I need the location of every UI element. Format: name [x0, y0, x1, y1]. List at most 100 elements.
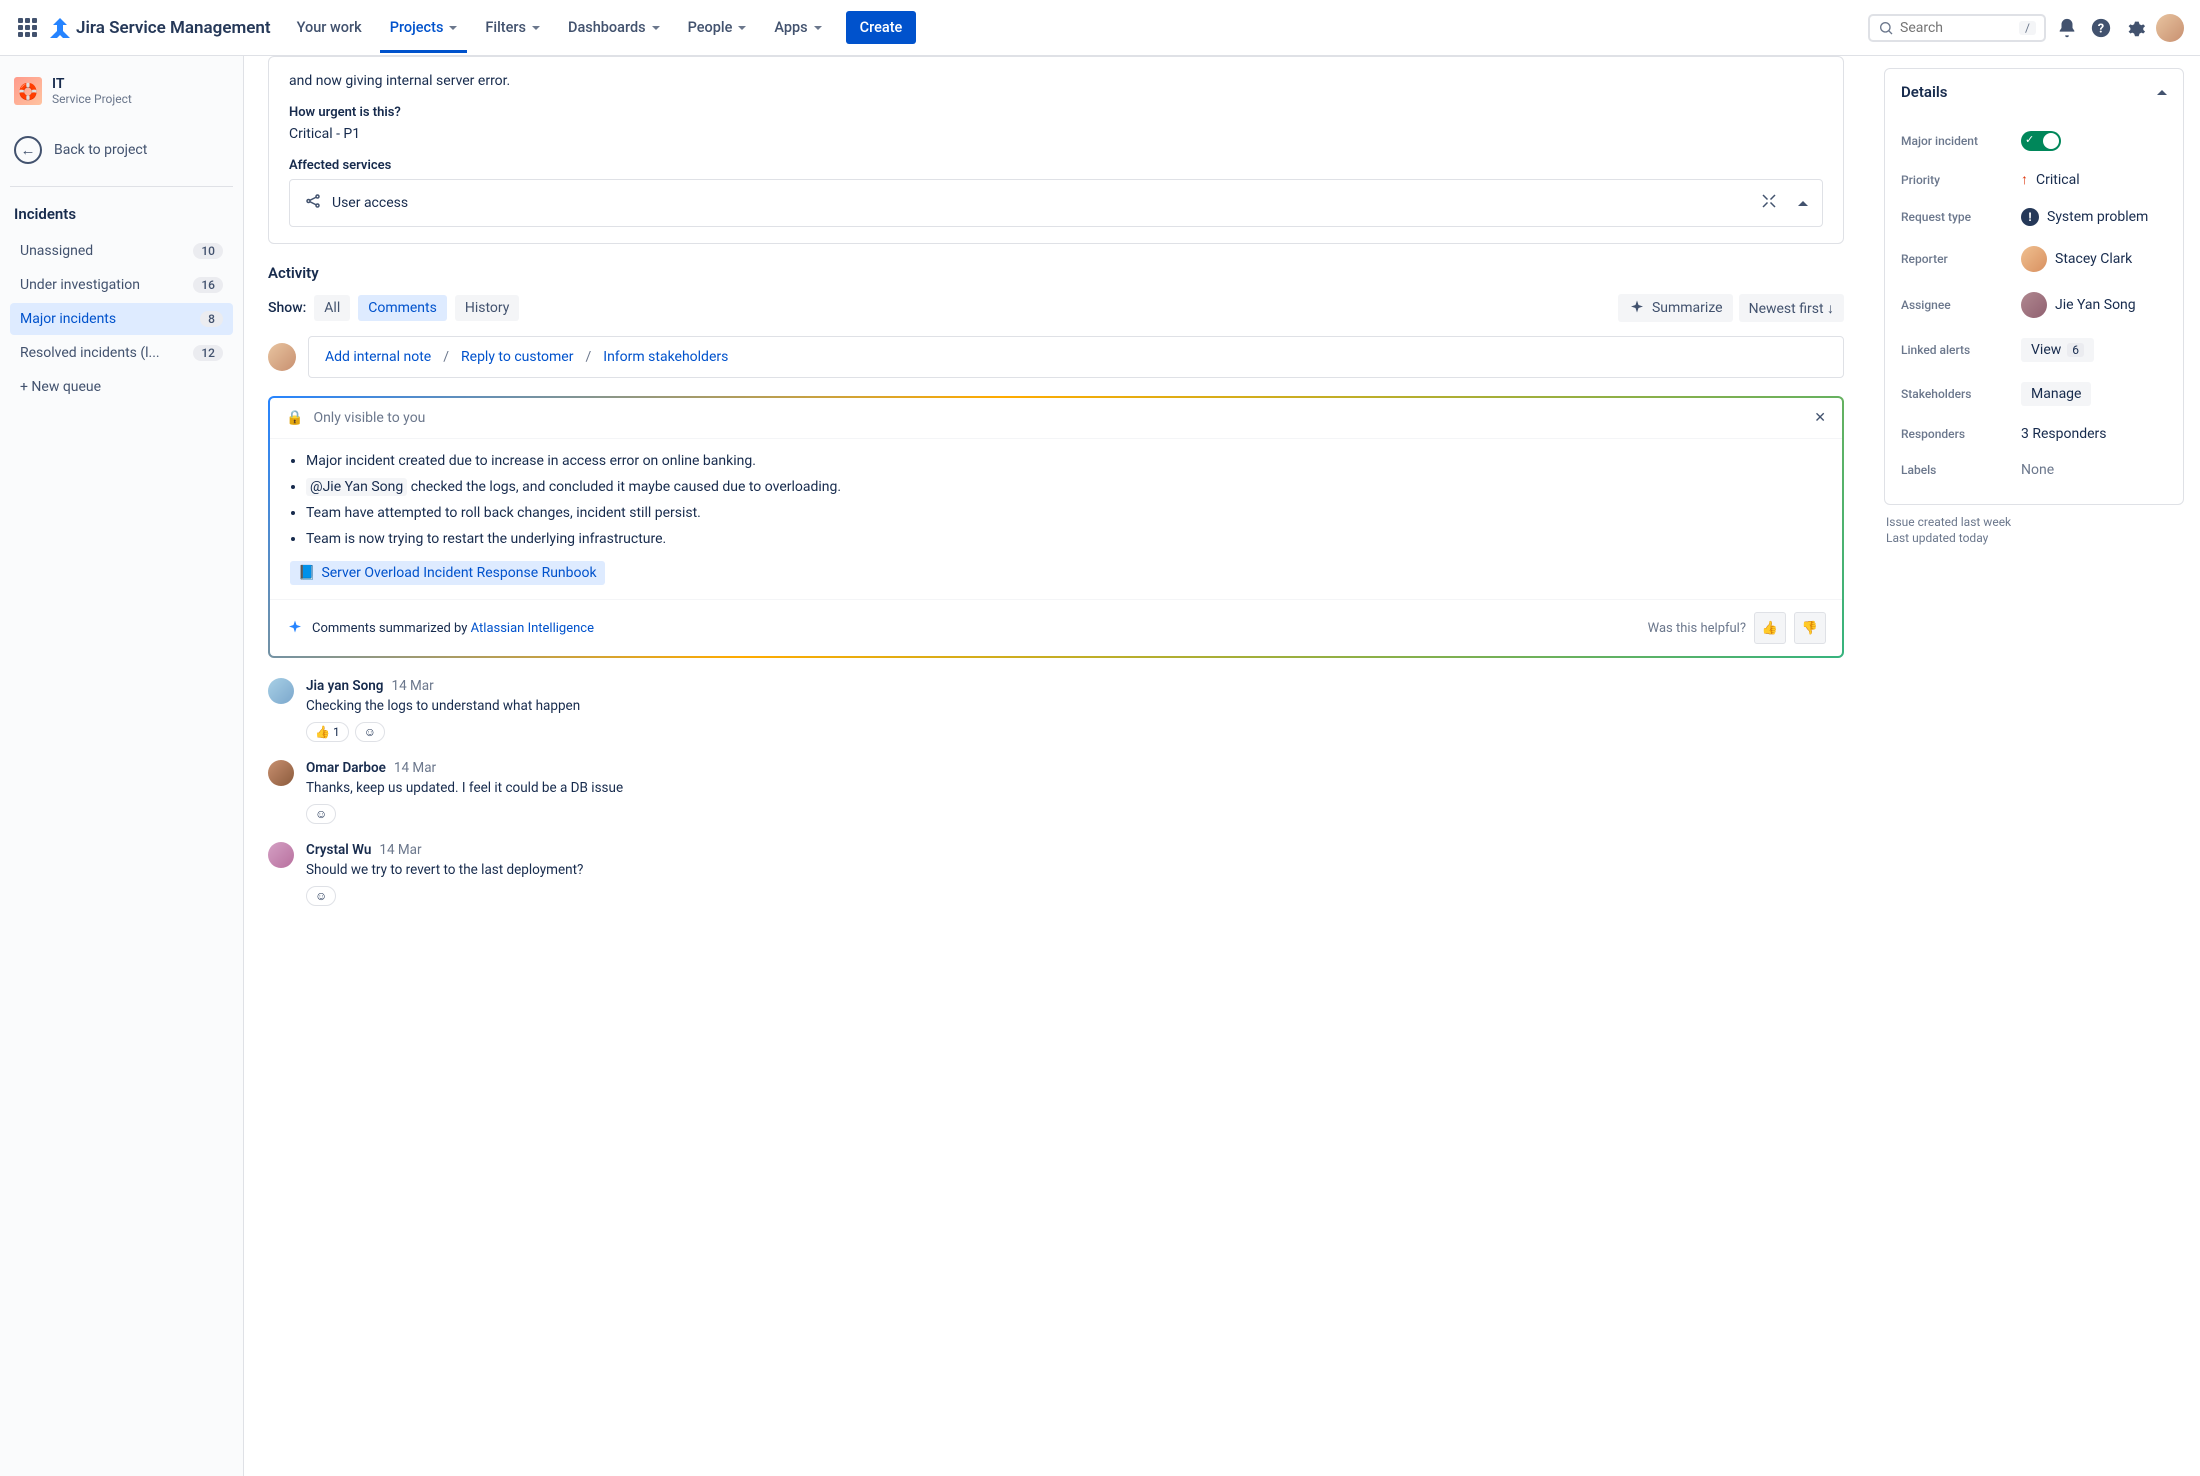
queue-under-investigation[interactable]: Under investigation16 [10, 269, 233, 301]
nav-dashboards[interactable]: Dashboards [558, 13, 670, 42]
comment-author: Omar Darboe [306, 760, 386, 776]
chevron-down-icon [449, 26, 457, 30]
summarize-button[interactable]: Summarize [1618, 294, 1733, 322]
comment-date: 14 Mar [394, 760, 436, 776]
view-alerts-button[interactable]: View6 [2021, 338, 2094, 362]
profile-avatar[interactable] [2156, 14, 2184, 42]
tab-all[interactable]: All [314, 295, 350, 321]
svg-text:?: ? [2098, 21, 2104, 36]
queue-resolved[interactable]: Resolved incidents (l...12 [10, 337, 233, 369]
brand-name: Jira Service Management [76, 18, 271, 38]
commenter-avatar [268, 760, 294, 786]
assignee-value[interactable]: Jie Yan Song [2055, 297, 2136, 313]
add-reaction-button[interactable]: ☺ [306, 886, 336, 906]
reply-to-customer[interactable]: Reply to customer [461, 349, 573, 365]
details-header[interactable]: Details [1885, 69, 2183, 115]
tab-history[interactable]: History [455, 295, 520, 321]
comment-date: 14 Mar [392, 678, 434, 694]
add-reaction-button[interactable]: ☺ [355, 722, 385, 742]
issue-updated: Last updated today [1886, 531, 2184, 545]
close-icon[interactable]: ✕ [1814, 410, 1826, 426]
create-button[interactable]: Create [846, 11, 917, 44]
app-switcher-icon[interactable] [16, 16, 40, 40]
search-icon [1878, 20, 1894, 36]
only-visible-label: Only visible to you [313, 410, 425, 426]
jira-icon [48, 16, 72, 40]
sidebar: 🛟 IT Service Project ← Back to project I… [0, 56, 244, 1476]
thumbs-down-button[interactable]: 👎 [1794, 612, 1826, 644]
sparkle-icon [1628, 299, 1646, 317]
description-text: and now giving internal server error. [289, 73, 1823, 89]
helpful-label: Was this helpful? [1648, 621, 1746, 636]
search-box[interactable]: / [1868, 14, 2046, 42]
queue-major-incidents[interactable]: Major incidents8 [10, 303, 233, 335]
manage-stakeholders-button[interactable]: Manage [2021, 382, 2091, 406]
search-input[interactable] [1900, 20, 2013, 36]
stakeholders-label: Stakeholders [1901, 387, 2021, 401]
runbook-link[interactable]: 📘 Server Overload Incident Response Runb… [290, 561, 605, 585]
chevron-down-icon [814, 26, 822, 30]
assignee-label: Assignee [1901, 298, 2021, 312]
inform-stakeholders[interactable]: Inform stakeholders [603, 349, 728, 365]
reply-box: Add internal note / Reply to customer / … [308, 336, 1844, 378]
ai-bullet: Major incident created due to increase i… [306, 453, 1822, 469]
new-queue-button[interactable]: + New queue [10, 371, 233, 403]
priority-value[interactable]: Critical [2036, 172, 2080, 188]
project-icon: 🛟 [14, 77, 42, 105]
comment-text: Thanks, keep us updated. I feel it could… [306, 780, 1844, 796]
nav-apps[interactable]: Apps [764, 13, 831, 42]
project-name: IT [52, 76, 132, 92]
summarized-by-label: Comments summarized by Atlassian Intelli… [312, 621, 594, 636]
notifications-icon[interactable] [2054, 15, 2080, 41]
nav-projects[interactable]: Projects [380, 13, 468, 53]
ai-summary-panel: 🔒 Only visible to you ✕ Major incident c… [268, 396, 1844, 658]
responders-label: Responders [1901, 427, 2021, 441]
urgency-value: Critical - P1 [289, 126, 1823, 142]
search-kbd: / [2019, 21, 2036, 35]
tab-comments[interactable]: Comments [358, 295, 447, 321]
labels-value[interactable]: None [2021, 462, 2054, 478]
thumbs-up-button[interactable]: 👍 [1754, 612, 1786, 644]
count-badge: 10 [193, 243, 223, 259]
priority-label: Priority [1901, 173, 2021, 187]
count-badge: 16 [193, 277, 223, 293]
service-name: User access [332, 195, 408, 211]
add-reaction-button[interactable]: ☺ [306, 804, 336, 824]
reporter-label: Reporter [1901, 252, 2021, 266]
responders-value[interactable]: 3 Responders [2021, 426, 2106, 442]
back-to-project[interactable]: ← Back to project [10, 126, 233, 174]
sort-button[interactable]: Newest first ↓ [1739, 294, 1844, 322]
comment: Jia yan Song14 Mar Checking the logs to … [268, 678, 1844, 742]
help-icon[interactable]: ? [2088, 15, 2114, 41]
project-header[interactable]: 🛟 IT Service Project [10, 72, 233, 110]
share-icon [304, 192, 322, 214]
issue-meta: Issue created last week Last updated tod… [1884, 515, 2184, 545]
nav-people[interactable]: People [678, 13, 757, 42]
comment-author: Crystal Wu [306, 842, 371, 858]
queue-unassigned[interactable]: Unassigned10 [10, 235, 233, 267]
nav-your-work[interactable]: Your work [287, 13, 372, 42]
reporter-avatar [2021, 246, 2047, 272]
request-type-value[interactable]: System problem [2047, 209, 2148, 225]
ai-sparkle-icon [286, 619, 304, 637]
chevron-up-icon [2157, 90, 2167, 95]
activity-tabs: Show: All Comments History [268, 295, 519, 321]
add-internal-note[interactable]: Add internal note [325, 349, 431, 365]
nav-filters[interactable]: Filters [475, 13, 550, 42]
affected-service[interactable]: User access [289, 179, 1823, 227]
reporter-value[interactable]: Stacey Clark [2055, 251, 2132, 267]
expand-icon[interactable] [1760, 192, 1778, 214]
reaction-pill[interactable]: 👍1 [306, 722, 349, 742]
major-incident-toggle[interactable] [2021, 131, 2061, 151]
logo[interactable]: Jira Service Management [48, 16, 271, 40]
settings-icon[interactable] [2122, 15, 2148, 41]
request-type-label: Request type [1901, 210, 2021, 224]
chevron-up-icon[interactable] [1798, 201, 1808, 206]
priority-icon: ↑ [2021, 171, 2028, 188]
sidebar-heading: Incidents [10, 199, 233, 229]
top-nav: Jira Service Management Your work Projec… [0, 0, 2200, 56]
ai-bullet: Team have attempted to roll back changes… [306, 505, 1822, 521]
comment-date: 14 Mar [379, 842, 421, 858]
mention[interactable]: @Jie Yan Song [306, 478, 407, 496]
commenter-avatar [268, 678, 294, 704]
